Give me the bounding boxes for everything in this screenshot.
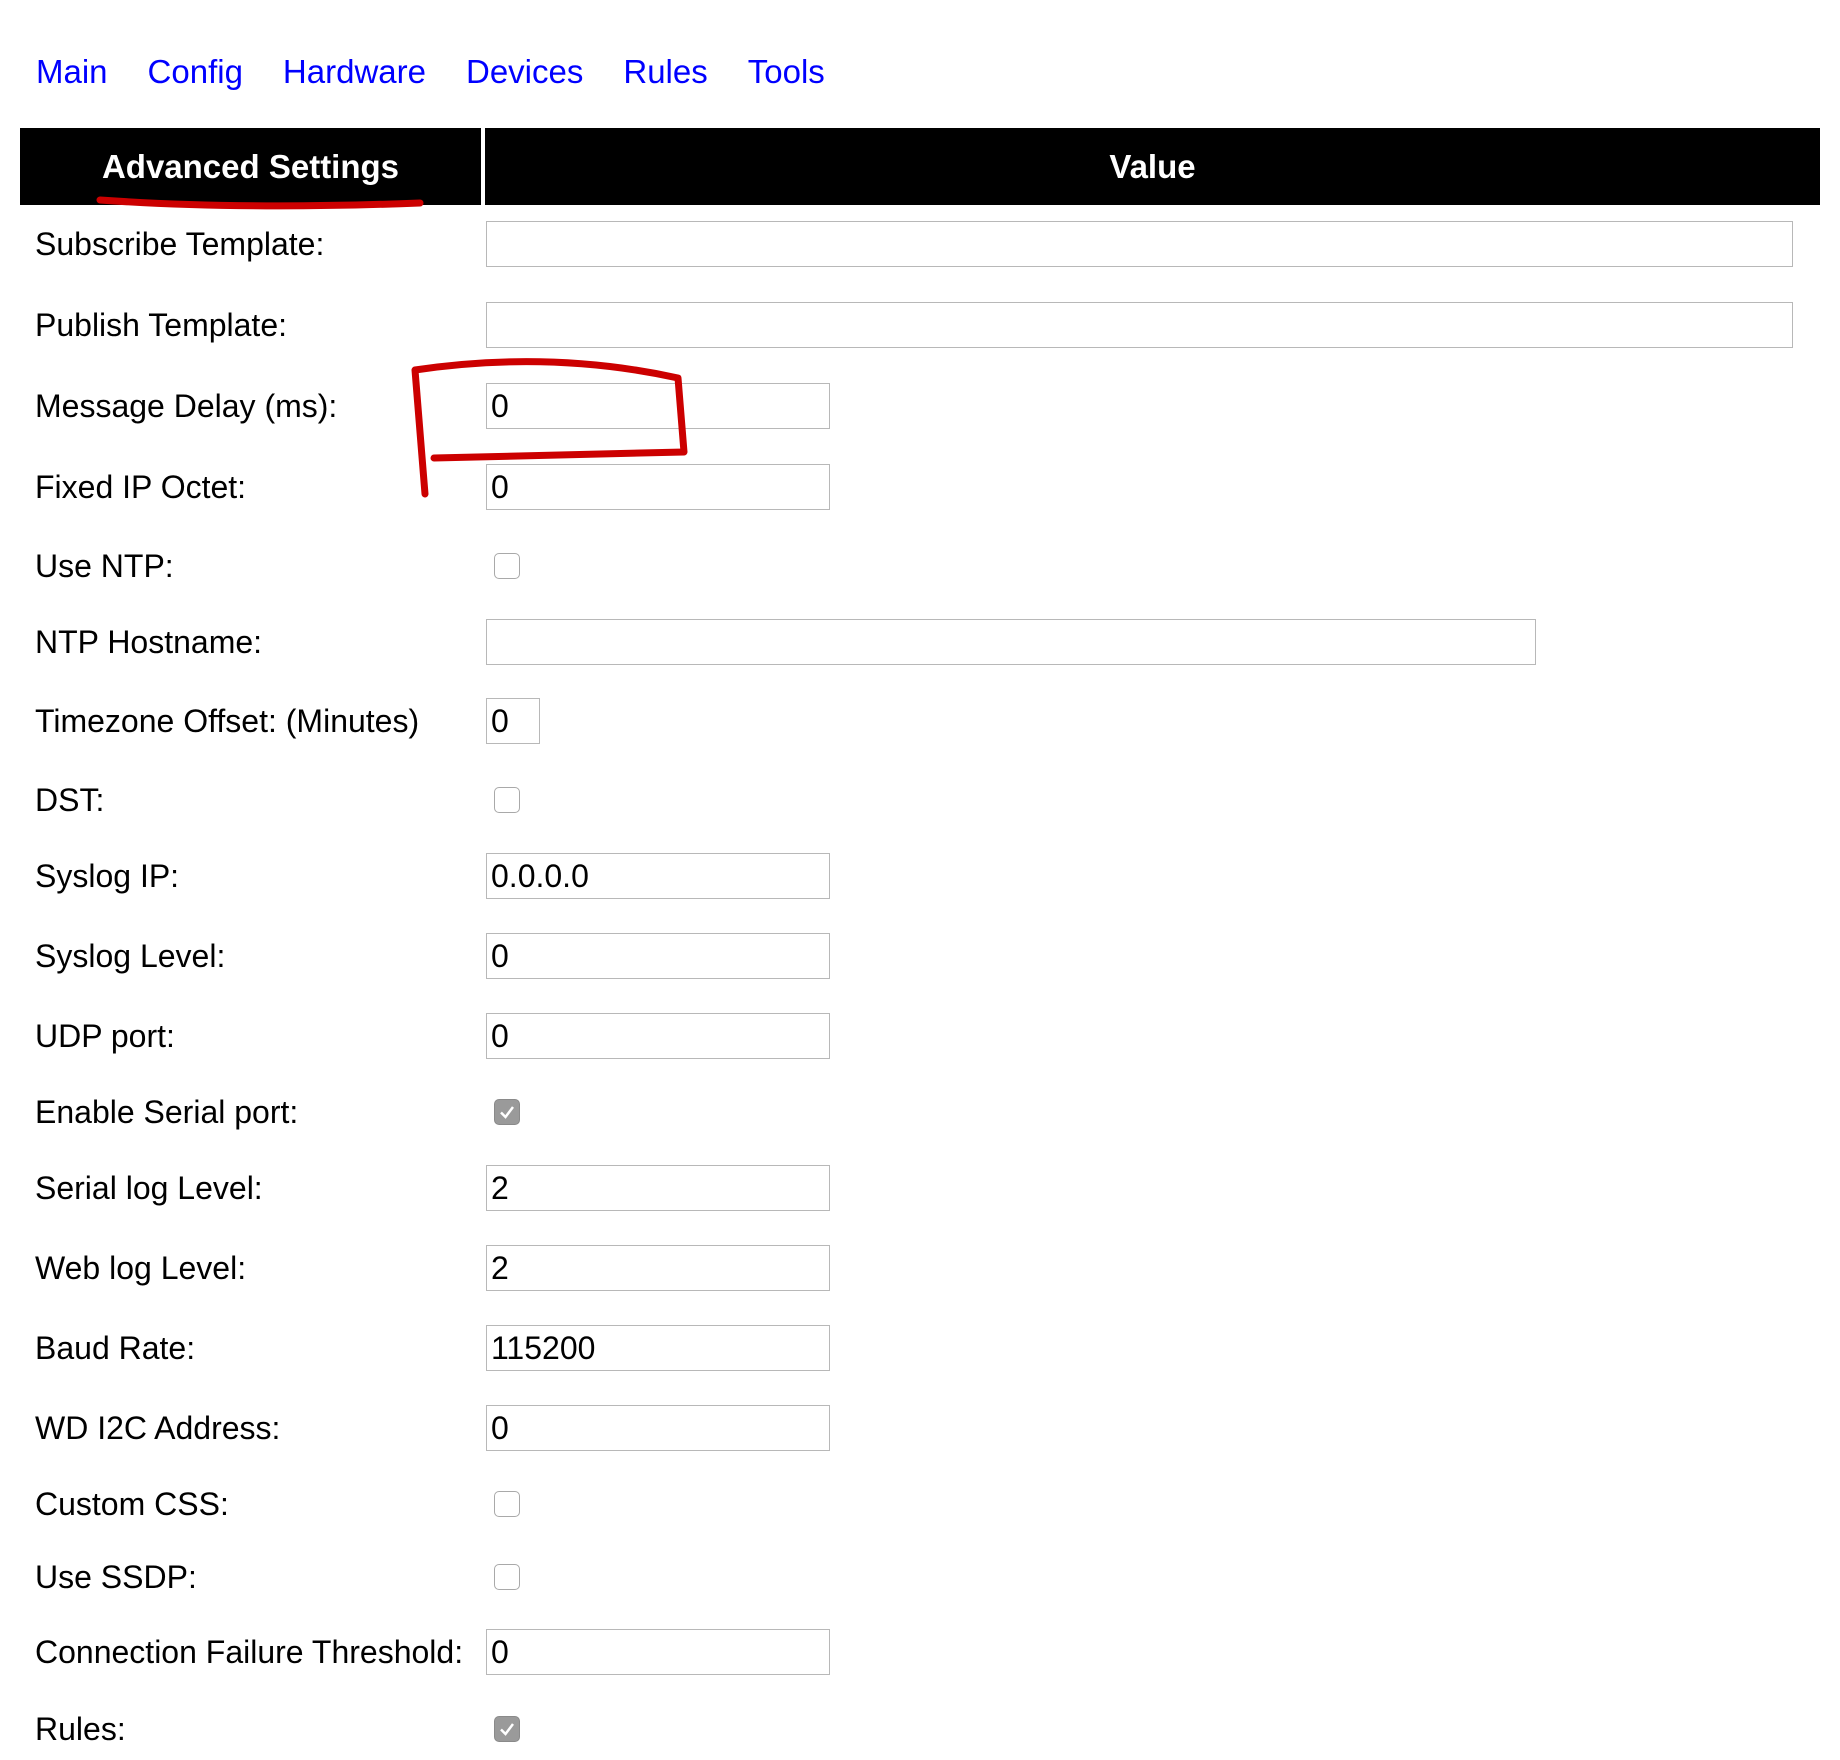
rules-checkbox[interactable] bbox=[494, 1716, 520, 1742]
syslog-level-label: Syslog Level: bbox=[35, 937, 226, 974]
syslog-ip-label: Syslog IP: bbox=[35, 857, 180, 894]
baud-rate-input[interactable] bbox=[486, 1325, 830, 1371]
custom-css-checkbox[interactable] bbox=[494, 1491, 520, 1517]
nav-config-link[interactable]: Config bbox=[148, 53, 243, 91]
settings-table-header: Advanced Settings Value bbox=[20, 128, 1820, 205]
udp-port-input[interactable] bbox=[486, 1013, 830, 1059]
syslog-level-input[interactable] bbox=[486, 933, 830, 979]
row-connection-failure-threshold: Connection Failure Threshold: bbox=[20, 1621, 1820, 1683]
nav-tools-link[interactable]: Tools bbox=[748, 53, 825, 91]
row-publish-template: Publish Template: bbox=[20, 294, 1820, 356]
use-ssdp-label: Use SSDP: bbox=[35, 1558, 197, 1595]
custom-css-label: Custom CSS: bbox=[35, 1485, 229, 1522]
check-icon bbox=[500, 1723, 514, 1736]
row-subscribe-template: Subscribe Template: bbox=[20, 213, 1820, 275]
row-timezone-offset: Timezone Offset: (Minutes) bbox=[20, 690, 1820, 752]
nav-rules-link[interactable]: Rules bbox=[623, 53, 707, 91]
timezone-offset-label: Timezone Offset: (Minutes) bbox=[35, 702, 420, 739]
row-syslog-level: Syslog Level: bbox=[20, 925, 1820, 987]
subscribe-template-label: Subscribe Template: bbox=[35, 225, 325, 262]
serial-log-level-label: Serial log Level: bbox=[35, 1169, 263, 1206]
row-use-ntp: Use NTP: bbox=[20, 535, 1820, 597]
row-syslog-ip: Syslog IP: bbox=[20, 845, 1820, 907]
connection-failure-threshold-input[interactable] bbox=[486, 1629, 830, 1675]
row-web-log-level: Web log Level: bbox=[20, 1237, 1820, 1299]
web-log-level-input[interactable] bbox=[486, 1245, 830, 1291]
nav-main-link[interactable]: Main bbox=[36, 53, 108, 91]
use-ssdp-checkbox[interactable] bbox=[494, 1564, 520, 1590]
rules-label: Rules: bbox=[35, 1710, 126, 1747]
timezone-offset-input[interactable] bbox=[486, 698, 540, 744]
row-udp-port: UDP port: bbox=[20, 1005, 1820, 1067]
fixed-ip-octet-input[interactable] bbox=[486, 464, 830, 510]
row-wd-i2c-address: WD I2C Address: bbox=[20, 1397, 1820, 1459]
publish-template-input[interactable] bbox=[486, 302, 1793, 348]
ntp-hostname-label: NTP Hostname: bbox=[35, 623, 263, 660]
row-dst: DST: bbox=[20, 769, 1820, 831]
subscribe-template-input[interactable] bbox=[486, 221, 1793, 267]
publish-template-label: Publish Template: bbox=[35, 306, 287, 343]
serial-log-level-input[interactable] bbox=[486, 1165, 830, 1211]
baud-rate-label: Baud Rate: bbox=[35, 1329, 196, 1366]
message-delay-label: Message Delay (ms): bbox=[35, 387, 338, 424]
row-enable-serial-port: Enable Serial port: bbox=[20, 1081, 1820, 1143]
wd-i2c-address-input[interactable] bbox=[486, 1405, 830, 1451]
row-serial-log-level: Serial log Level: bbox=[20, 1157, 1820, 1219]
syslog-ip-input[interactable] bbox=[486, 853, 830, 899]
ntp-hostname-input[interactable] bbox=[486, 619, 1536, 665]
row-fixed-ip-octet: Fixed IP Octet: bbox=[20, 456, 1820, 518]
row-use-ssdp: Use SSDP: bbox=[20, 1546, 1820, 1608]
use-ntp-checkbox[interactable] bbox=[494, 553, 520, 579]
udp-port-label: UDP port: bbox=[35, 1017, 175, 1054]
check-icon bbox=[500, 1106, 514, 1119]
wd-i2c-address-label: WD I2C Address: bbox=[35, 1409, 281, 1446]
enable-serial-port-label: Enable Serial port: bbox=[35, 1093, 299, 1130]
row-baud-rate: Baud Rate: bbox=[20, 1317, 1820, 1379]
message-delay-input[interactable] bbox=[486, 383, 830, 429]
top-nav: Main Config Hardware Devices Rules Tools bbox=[36, 42, 865, 102]
use-ntp-label: Use NTP: bbox=[35, 547, 174, 584]
header-advanced-settings: Advanced Settings bbox=[20, 128, 481, 205]
dst-checkbox[interactable] bbox=[494, 787, 520, 813]
row-ntp-hostname: NTP Hostname: bbox=[20, 611, 1820, 673]
row-message-delay: Message Delay (ms): bbox=[20, 375, 1820, 437]
enable-serial-port-checkbox[interactable] bbox=[494, 1099, 520, 1125]
connection-failure-threshold-label: Connection Failure Threshold: bbox=[35, 1633, 464, 1670]
fixed-ip-octet-label: Fixed IP Octet: bbox=[35, 468, 247, 505]
settings-table: Advanced Settings Value Subscribe Templa… bbox=[20, 128, 1820, 1747]
web-log-level-label: Web log Level: bbox=[35, 1249, 247, 1286]
header-value: Value bbox=[485, 128, 1820, 205]
nav-devices-link[interactable]: Devices bbox=[466, 53, 583, 91]
nav-hardware-link[interactable]: Hardware bbox=[283, 53, 426, 91]
row-custom-css: Custom CSS: bbox=[20, 1473, 1820, 1535]
dst-label: DST: bbox=[35, 781, 105, 818]
row-rules: Rules: bbox=[20, 1698, 1820, 1760]
